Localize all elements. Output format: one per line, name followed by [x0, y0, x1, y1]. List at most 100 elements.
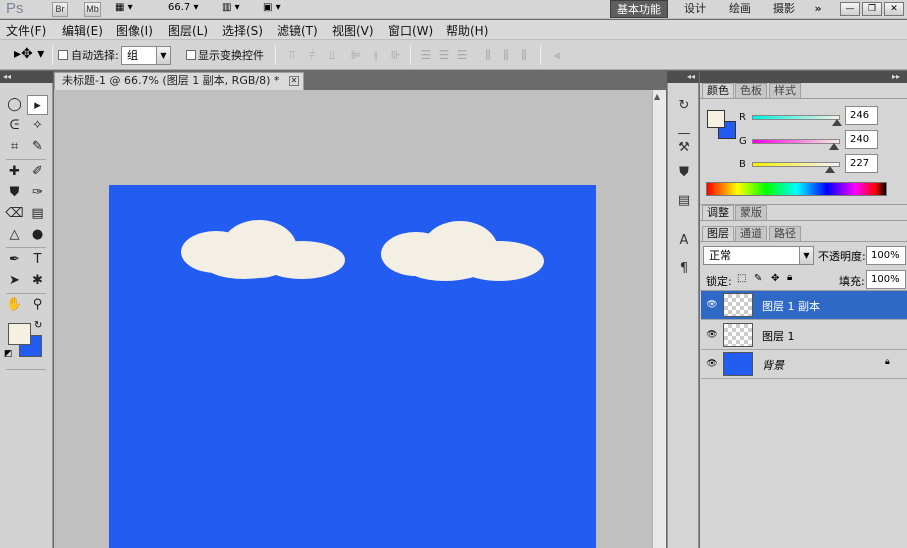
- blue-slider-thumb[interactable]: [825, 166, 835, 173]
- eyedropper-tool-icon[interactable]: ✎: [27, 137, 48, 157]
- more-workspaces-button[interactable]: »: [808, 0, 828, 18]
- menu-view[interactable]: 视图(V): [332, 22, 374, 39]
- tab-swatches[interactable]: 色板: [735, 83, 767, 98]
- tools-panel-collapse-bar[interactable]: ◂◂: [0, 71, 53, 83]
- tab-styles[interactable]: 样式: [769, 83, 801, 98]
- workspace-photography[interactable]: 摄影: [764, 0, 804, 18]
- custom-shape-tool-icon[interactable]: ✱: [27, 271, 48, 291]
- zoom-tool-icon[interactable]: ⚲: [27, 295, 48, 315]
- workspace-painting[interactable]: 绘画: [720, 0, 760, 18]
- dock-collapse-bar[interactable]: ◂◂: [667, 71, 699, 83]
- canvas[interactable]: [109, 185, 596, 548]
- lock-image-pixels-icon[interactable]: ✎: [754, 273, 762, 284]
- default-colors-icon[interactable]: ◩: [4, 349, 13, 359]
- color-spectrum-ramp[interactable]: [706, 182, 887, 196]
- close-button[interactable]: ✕: [884, 2, 904, 16]
- paragraph-panel-icon[interactable]: ¶: [675, 260, 693, 278]
- brush-presets-icon[interactable]: ⚒: [675, 139, 693, 157]
- lasso-tool-icon[interactable]: ᕮ: [4, 116, 25, 136]
- tab-channels[interactable]: 通道: [735, 226, 767, 241]
- menu-help[interactable]: 帮助(H): [446, 22, 488, 39]
- fill-field[interactable]: 100%: [866, 270, 906, 289]
- menu-image[interactable]: 图像(I): [116, 22, 153, 39]
- minimize-button[interactable]: —: [840, 2, 860, 16]
- arrange-documents-dropdown[interactable]: ▥ ▾: [222, 2, 252, 13]
- clone-source-icon[interactable]: ⛊: [675, 164, 693, 182]
- blend-mode-dropdown[interactable]: 正常 ▼: [703, 246, 814, 265]
- document-tab[interactable]: 未标题-1 @ 66.7% (图层 1 副本, RGB/8) * ✕: [54, 72, 304, 90]
- green-channel-slider[interactable]: [752, 139, 840, 144]
- view-extras-dropdown[interactable]: ▦ ▾: [115, 2, 145, 16]
- distribute-left-icon[interactable]: ⫼: [480, 48, 496, 62]
- history-panel-icon[interactable]: ↻: [675, 97, 693, 115]
- mini-bridge-button[interactable]: Mb: [84, 2, 101, 17]
- restore-button[interactable]: ❐: [862, 2, 882, 16]
- layer-row[interactable]: 👁︎ 图层 1: [701, 321, 907, 350]
- auto-select-checkbox[interactable]: [58, 50, 68, 60]
- gradient-tool-icon[interactable]: ▤: [27, 204, 48, 224]
- vertical-scrollbar[interactable]: ▲: [652, 90, 666, 548]
- tab-layers[interactable]: 图层: [702, 226, 734, 241]
- layer-row[interactable]: 👁︎ 背景 🔒︎: [701, 350, 907, 379]
- layer-row[interactable]: 👁︎ 图层 1 副本: [701, 291, 907, 320]
- panels-collapse-bar[interactable]: ▸▸: [700, 71, 907, 83]
- crop-tool-icon[interactable]: ⌗: [4, 137, 25, 157]
- tool-presets-icon[interactable]: ▤: [675, 192, 693, 210]
- eraser-tool-icon[interactable]: ⌫: [4, 204, 25, 224]
- green-value-field[interactable]: 240: [845, 130, 878, 149]
- bridge-button[interactable]: Br: [52, 2, 68, 17]
- healing-brush-tool-icon[interactable]: ✚: [4, 162, 25, 182]
- lock-position-icon[interactable]: ✥: [771, 273, 779, 284]
- distribute-top-icon[interactable]: ☰: [418, 48, 434, 62]
- distribute-right-icon[interactable]: ⫼: [516, 48, 532, 62]
- align-horizontal-center-icon[interactable]: ⫲: [368, 48, 384, 62]
- menu-select[interactable]: 选择(S): [222, 22, 263, 39]
- eye-icon[interactable]: 👁︎: [705, 329, 719, 341]
- lock-all-icon[interactable]: 🔒︎: [787, 272, 792, 283]
- workspace-design[interactable]: 设计: [676, 0, 714, 18]
- character-panel-icon[interactable]: A: [675, 232, 693, 250]
- distribute-vcenter-icon[interactable]: ☰: [436, 48, 452, 62]
- tab-paths[interactable]: 路径: [769, 226, 801, 241]
- tab-color[interactable]: 颜色: [702, 83, 734, 98]
- color-panel-foreground-swatch[interactable]: [707, 110, 725, 128]
- distribute-hcenter-icon[interactable]: ⫼: [498, 48, 514, 62]
- marquee-tool-icon[interactable]: ◯: [4, 95, 25, 115]
- distribute-bottom-icon[interactable]: ☰: [454, 48, 470, 62]
- close-icon[interactable]: ✕: [289, 76, 299, 86]
- menu-filter[interactable]: 滤镜(T): [277, 22, 318, 39]
- align-right-icon[interactable]: ⊪: [388, 48, 404, 62]
- scroll-up-icon[interactable]: ▲: [654, 92, 660, 101]
- brush-tool-icon[interactable]: ✐: [27, 162, 48, 182]
- hand-tool-icon[interactable]: ✋: [4, 295, 25, 315]
- opacity-field[interactable]: 100%: [866, 246, 906, 265]
- history-brush-tool-icon[interactable]: ✑: [27, 183, 48, 203]
- lock-transparent-pixels-icon[interactable]: ⬚: [737, 273, 746, 284]
- zoom-level-dropdown[interactable]: 66.7 ▾: [168, 2, 208, 13]
- screen-mode-dropdown[interactable]: ▣ ▾: [263, 2, 293, 13]
- type-tool-icon[interactable]: T: [27, 250, 48, 270]
- auto-select-target-dropdown[interactable]: 组 ▼: [121, 46, 171, 65]
- foreground-color-swatch-top[interactable]: [8, 323, 31, 345]
- green-slider-thumb[interactable]: [829, 143, 839, 150]
- swap-colors-icon[interactable]: ↻: [34, 320, 42, 331]
- align-vertical-center-icon[interactable]: ⫩: [304, 48, 320, 62]
- align-left-icon[interactable]: ⊫: [348, 48, 364, 62]
- menu-edit[interactable]: 编辑(E): [62, 22, 103, 39]
- pen-tool-icon[interactable]: ✒: [4, 250, 25, 270]
- auto-align-layers-icon[interactable]: ⫷: [549, 48, 565, 62]
- workspace-essentials[interactable]: 基本功能: [610, 0, 668, 18]
- blue-value-field[interactable]: 227: [845, 154, 878, 173]
- magic-wand-tool-icon[interactable]: ✧: [27, 116, 48, 136]
- menu-window[interactable]: 窗口(W): [388, 22, 433, 39]
- blur-tool-icon[interactable]: △: [4, 225, 25, 245]
- move-tool-icon[interactable]: ▸: [27, 95, 48, 115]
- red-value-field[interactable]: 246: [845, 106, 878, 125]
- menu-file[interactable]: 文件(F): [6, 22, 46, 39]
- red-slider-thumb[interactable]: [832, 119, 842, 126]
- tab-masks[interactable]: 蒙版: [735, 205, 767, 220]
- clone-stamp-tool-icon[interactable]: ⛊: [4, 183, 25, 203]
- eye-icon[interactable]: 👁︎: [705, 358, 719, 370]
- tab-adjustments[interactable]: 调整: [702, 205, 734, 220]
- show-transform-controls-checkbox[interactable]: [186, 50, 196, 60]
